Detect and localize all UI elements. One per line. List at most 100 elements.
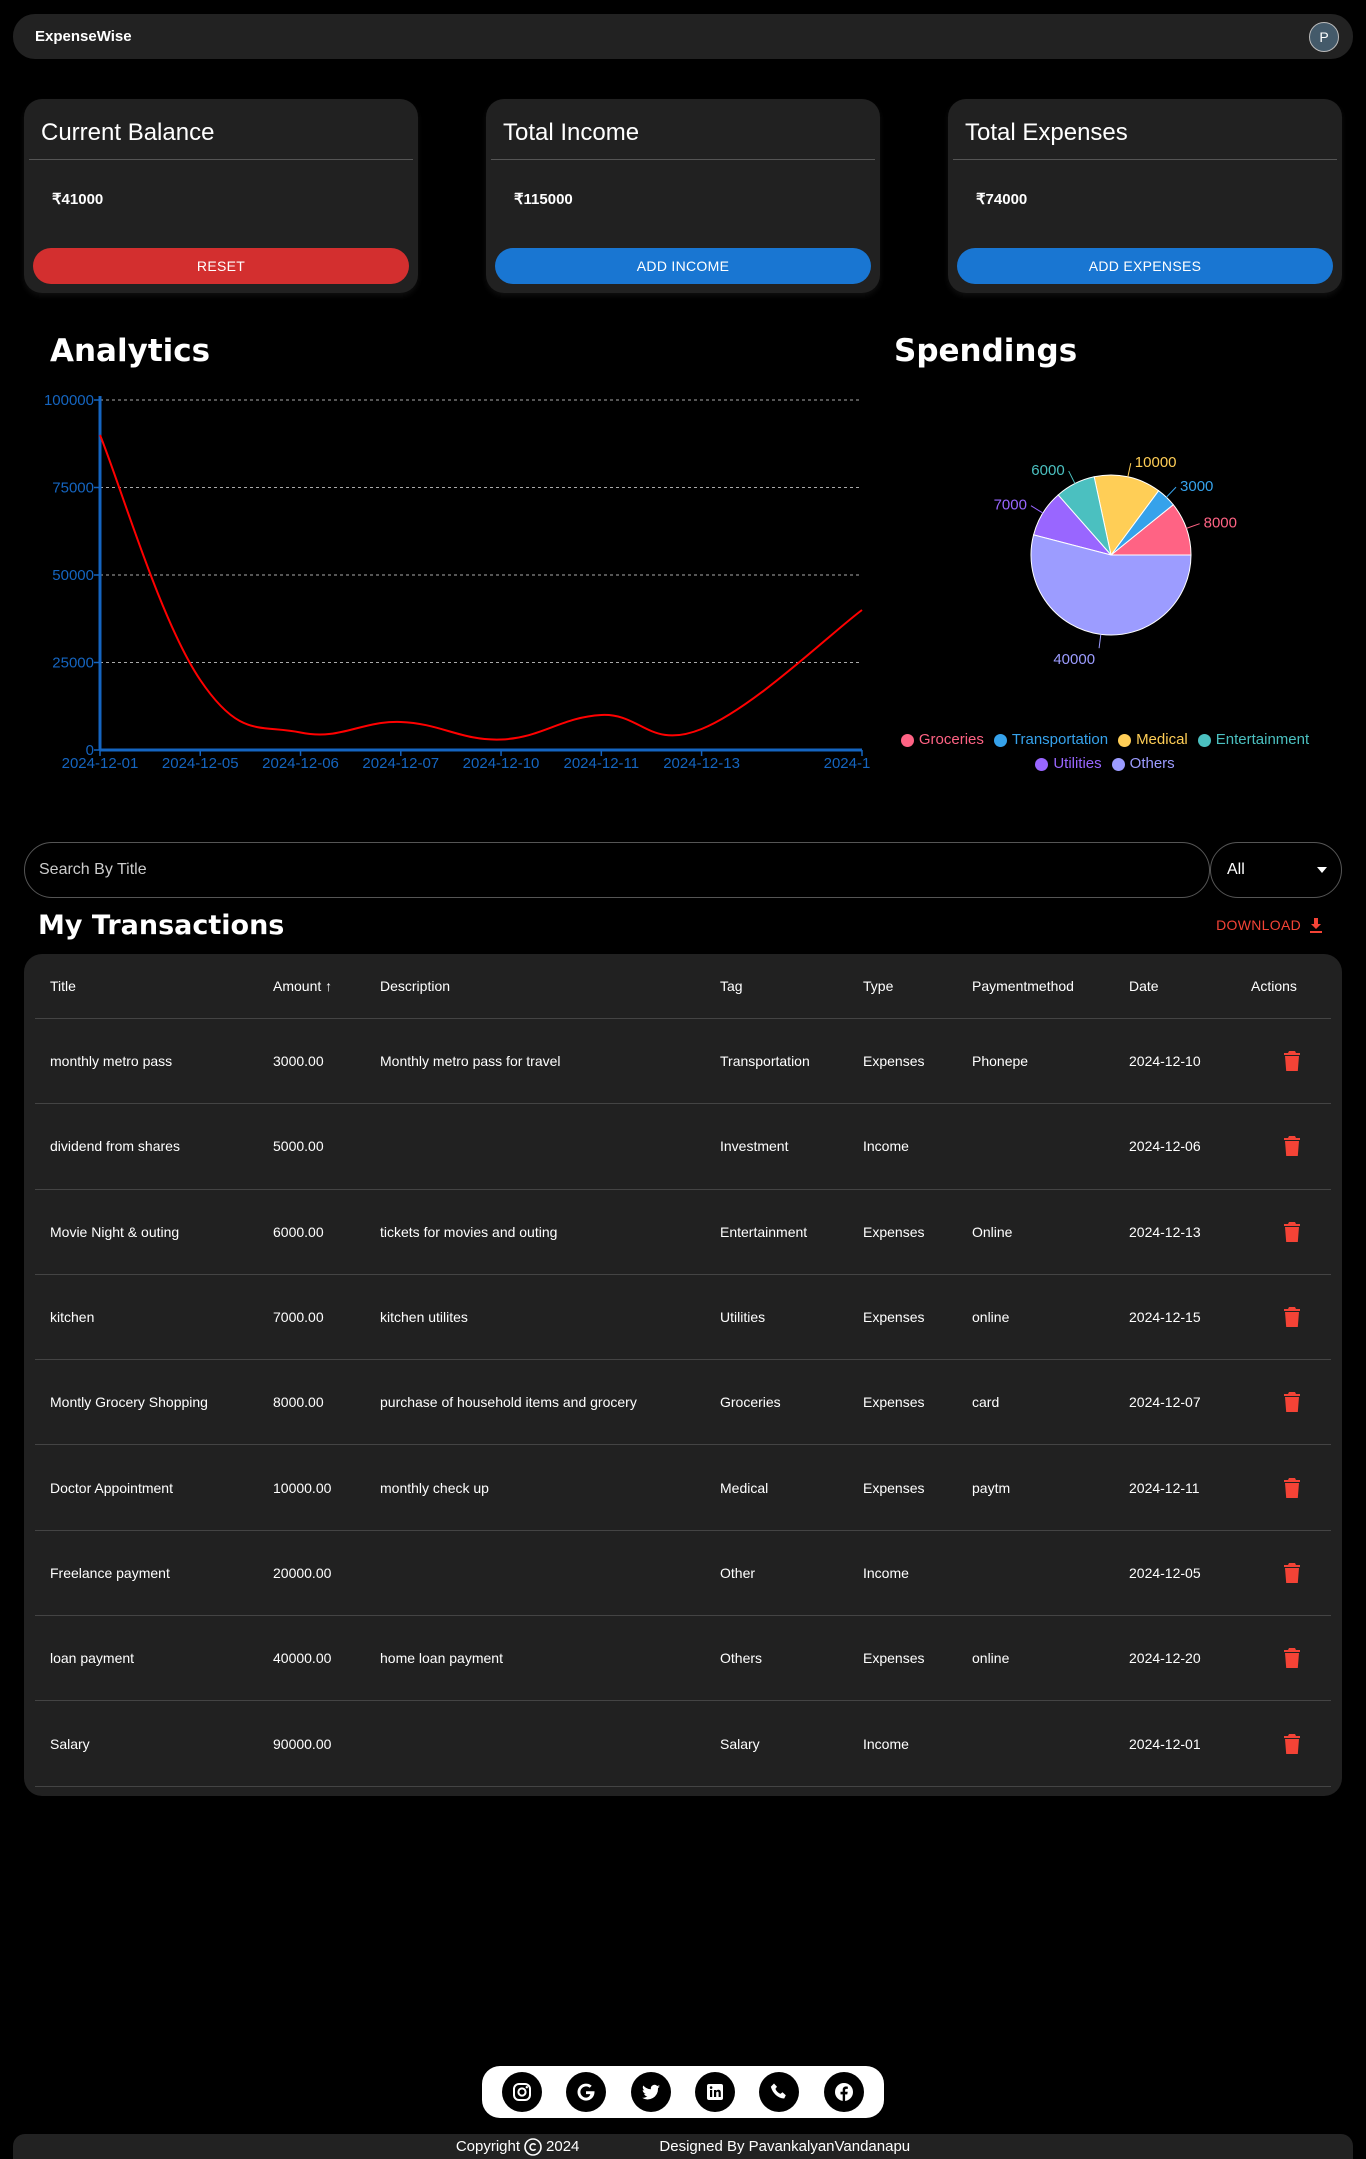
download-button[interactable]: DOWNLOAD	[1216, 917, 1323, 933]
legend-label: Entertainment	[1215, 731, 1310, 748]
transactions-title: My Transactions	[38, 910, 285, 941]
linkedin-icon	[707, 2084, 724, 2100]
linkedin-link[interactable]	[695, 2072, 736, 2112]
cell-description: monthly check up	[380, 1479, 489, 1496]
reset-button[interactable]: RESET	[33, 248, 409, 284]
legend-item[interactable]: Groceries	[900, 728, 984, 752]
current-balance-card: Current Balance ₹41000 RESET	[24, 99, 418, 293]
cell-paymentmethod: online	[972, 1309, 1010, 1326]
cell-type: Expenses	[863, 1394, 925, 1411]
spendings-pie-chart: 8000 300010000 6000 7000 40000	[994, 454, 1237, 668]
header-tag[interactable]: Tag	[705, 978, 848, 994]
cell-type: Expenses	[863, 1309, 925, 1326]
legend-swatch	[1118, 733, 1132, 747]
delete-icon[interactable]	[1284, 1051, 1300, 1072]
slice-label: 8000	[1204, 515, 1237, 532]
cell-type: Income	[863, 1564, 909, 1581]
legend-label: Others	[1129, 755, 1175, 772]
download-label: DOWNLOAD	[1216, 917, 1301, 933]
cell-title: Doctor Appointment	[50, 1479, 173, 1496]
analytics-line-chart: 02500050000750001000002024-12-01 2024-12-…	[44, 392, 870, 772]
delete-icon[interactable]	[1284, 1307, 1300, 1328]
cell-paymentmethod: Online	[972, 1223, 1013, 1240]
slice-leader	[1186, 523, 1200, 529]
analytics-title: Analytics	[50, 333, 211, 369]
cell-type: Expenses	[863, 1650, 925, 1667]
cell-tag: Salary	[720, 1735, 760, 1752]
navbar: ExpenseWise P	[13, 14, 1353, 59]
delete-icon[interactable]	[1284, 1477, 1300, 1498]
cell-actions	[1236, 1562, 1331, 1583]
cell-actions	[1236, 1136, 1331, 1157]
sort-arrow-icon[interactable]: ↑	[325, 978, 332, 994]
table-body: monthly metro pass 3000.00 Monthly metro p…	[35, 1019, 1331, 1787]
cell-tag: Entertainment	[720, 1223, 808, 1240]
cell-title: Freelance payment	[50, 1564, 170, 1581]
add-expenses-button[interactable]: ADD EXPENSES	[957, 248, 1333, 284]
cell-title: monthly metro pass	[50, 1053, 173, 1070]
x-tick-label: 2024-12-11	[564, 755, 640, 772]
phone-link[interactable]	[759, 2072, 800, 2112]
delete-icon[interactable]	[1284, 1648, 1300, 1669]
y-tick-label: 75000	[52, 480, 94, 497]
cell-paymentmethod: online	[972, 1650, 1010, 1667]
header-date[interactable]: Date	[1114, 978, 1236, 994]
table-row: Montly Grocery Shopping 8000.00 purchase o…	[35, 1360, 1331, 1446]
cell-amount: 90000.00	[273, 1735, 332, 1752]
header-type[interactable]: Type	[848, 978, 957, 994]
cell-date: 2024-12-05	[1129, 1564, 1201, 1581]
y-tick-label: 25000	[52, 655, 94, 672]
twitter-icon	[641, 2084, 660, 2100]
search-input[interactable]	[39, 861, 1209, 879]
delete-icon[interactable]	[1284, 1392, 1300, 1413]
instagram-link[interactable]	[502, 2072, 543, 2112]
cell-tag: Other	[720, 1564, 756, 1581]
cell-amount: 7000.00	[273, 1309, 324, 1326]
cell-tag: Investment	[720, 1138, 789, 1155]
cell-title: Montly Grocery Shopping	[50, 1394, 208, 1411]
x-tick-label: 2024-12-07	[362, 755, 439, 772]
type-filter-select[interactable]: All	[1210, 842, 1342, 898]
cell-tag: Medical	[720, 1479, 769, 1496]
delete-icon[interactable]	[1284, 1562, 1300, 1583]
header-description[interactable]: Description	[365, 978, 705, 994]
legend-item[interactable]: Others	[1111, 752, 1175, 776]
legend-swatch	[1035, 757, 1049, 771]
facebook-link[interactable]	[823, 2072, 864, 2112]
slice-label: 6000	[1031, 462, 1064, 479]
cell-title: dividend from shares	[50, 1138, 180, 1155]
delete-icon[interactable]	[1284, 1136, 1300, 1157]
cell-description: Monthly metro pass for travel	[380, 1053, 561, 1070]
cell-paymentmethod: paytm	[972, 1479, 1011, 1496]
header-title[interactable]: Title	[35, 978, 258, 994]
avatar[interactable]: P	[1309, 21, 1339, 52]
table-row: Salary 90000.00 Salary Income 2024-12-01	[35, 1701, 1331, 1787]
legend-item[interactable]: Entertainment	[1197, 728, 1310, 752]
table-row: loan payment 40000.00 home loan payment Oth…	[35, 1616, 1331, 1702]
legend-item[interactable]: Utilities	[1035, 752, 1102, 776]
google-link[interactable]	[566, 2072, 607, 2112]
header-amount[interactable]: Amount ↑	[258, 978, 365, 994]
twitter-link[interactable]	[630, 2072, 671, 2112]
card-title: Total Expenses	[953, 99, 1337, 160]
cell-amount: 20000.00	[273, 1564, 332, 1581]
slice-leader	[1098, 634, 1102, 649]
cell-actions	[1236, 1733, 1331, 1754]
social-links	[482, 2066, 884, 2118]
header-paymentmethod[interactable]: Paymentmethod	[957, 978, 1114, 994]
slice-leader	[1030, 505, 1044, 514]
brand-logo[interactable]: ExpenseWise	[35, 28, 132, 45]
search-box[interactable]	[24, 842, 1210, 898]
cell-actions	[1236, 1477, 1331, 1498]
y-tick-label: 100000	[44, 392, 94, 409]
total-expenses-card: Total Expenses ₹74000 ADD EXPENSES	[948, 99, 1342, 293]
transactions-table: Title Amount ↑ Description Tag Type Paym…	[24, 954, 1342, 1796]
footer: Copyright 2024 Designed By PavankalyanVa…	[13, 2134, 1353, 2159]
delete-icon[interactable]	[1284, 1733, 1300, 1754]
add-income-button[interactable]: ADD INCOME	[495, 248, 871, 284]
delete-icon[interactable]	[1284, 1221, 1300, 1242]
series-line	[99, 434, 863, 741]
legend-item[interactable]: Medical	[1118, 728, 1188, 752]
x-tick-label: 2024-12-20	[824, 755, 870, 772]
legend-item[interactable]: Transportation	[993, 728, 1108, 752]
